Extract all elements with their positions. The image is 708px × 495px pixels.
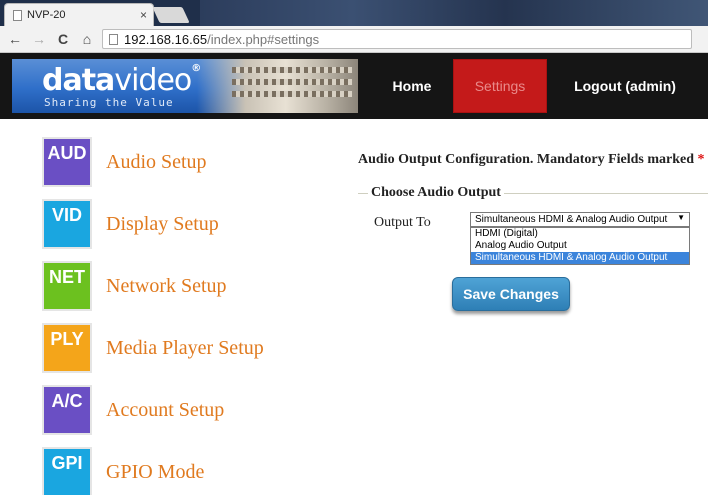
forward-icon[interactable]: → xyxy=(30,31,48,47)
address-bar[interactable]: 192.168.16.65/index.php#settings xyxy=(102,29,692,49)
output-to-label: Output To xyxy=(374,215,431,230)
banner-photo xyxy=(197,59,358,113)
sidebar-item-gpio[interactable]: GPI GPIO Mode xyxy=(42,447,302,495)
fieldset-legend: Choose Audio Output xyxy=(368,185,504,201)
aud-icon: AUD xyxy=(42,137,92,187)
option-simultaneous[interactable]: Simultaneous HDMI & Analog Audio Output xyxy=(471,252,689,264)
required-mark: * xyxy=(697,152,705,167)
option-analog[interactable]: Analog Audio Output xyxy=(471,240,689,252)
page-icon xyxy=(13,9,22,21)
vid-icon: VID xyxy=(42,199,92,249)
browser-tabstrip: NVP-20 × xyxy=(0,0,708,26)
logo-tagline: Sharing the Value xyxy=(44,96,174,109)
tabstrip-background xyxy=(200,0,708,26)
select-value: Simultaneous HDMI & Analog Audio Output xyxy=(475,214,668,225)
page-info-icon[interactable] xyxy=(109,33,118,45)
audio-output-select[interactable]: Simultaneous HDMI & Analog Audio Output … xyxy=(470,212,690,227)
ac-icon: A/C xyxy=(42,385,92,435)
tab-title: NVP-20 xyxy=(27,9,66,21)
sidebar-item-media-player[interactable]: PLY Media Player Setup xyxy=(42,323,302,373)
site-header: datavideo® Sharing the Value Home Settin… xyxy=(0,53,708,119)
logo: datavideo® xyxy=(42,63,201,98)
sidebar-item-label[interactable]: Audio Setup xyxy=(106,151,207,174)
save-changes-button[interactable]: Save Changes xyxy=(452,277,570,311)
ply-icon: PLY xyxy=(42,323,92,373)
reload-icon[interactable]: C xyxy=(54,31,72,47)
browser-toolbar: ← → C ⌂ 192.168.16.65/index.php#settings xyxy=(0,26,708,53)
browser-tab[interactable]: NVP-20 × xyxy=(4,3,154,26)
sidebar-item-network[interactable]: NET Network Setup xyxy=(42,261,302,311)
sidebar-item-label[interactable]: Network Setup xyxy=(106,275,227,298)
home-icon[interactable]: ⌂ xyxy=(78,31,96,47)
nav-logout[interactable]: Logout (admin) xyxy=(560,59,690,113)
chevron-down-icon[interactable]: ▼ xyxy=(677,213,685,222)
tab-close-icon[interactable]: × xyxy=(140,8,147,22)
new-tab-button[interactable] xyxy=(152,7,190,23)
nav-home[interactable]: Home xyxy=(378,59,446,113)
page-title: Audio Output Configuration. Mandatory Fi… xyxy=(358,152,705,167)
audio-output-options: HDMI (Digital) Analog Audio Output Simul… xyxy=(470,227,690,265)
sidebar-item-label[interactable]: Media Player Setup xyxy=(106,337,264,360)
sidebar-item-display[interactable]: VID Display Setup xyxy=(42,199,302,249)
net-icon: NET xyxy=(42,261,92,311)
url-host: 192.168.16.65 xyxy=(124,31,208,47)
logo-banner[interactable]: datavideo® Sharing the Value xyxy=(12,59,358,113)
nav-settings[interactable]: Settings xyxy=(453,59,547,113)
gpi-icon: GPI xyxy=(42,447,92,495)
back-icon[interactable]: ← xyxy=(6,31,24,47)
sidebar-item-label[interactable]: GPIO Mode xyxy=(106,461,204,484)
sidebar-item-audio[interactable]: AUD Audio Setup xyxy=(42,137,302,187)
sidebar-item-account[interactable]: A/C Account Setup xyxy=(42,385,302,435)
sidebar-item-label[interactable]: Display Setup xyxy=(106,213,219,236)
sidebar-item-label[interactable]: Account Setup xyxy=(106,399,224,422)
option-hdmi[interactable]: HDMI (Digital) xyxy=(471,228,689,240)
url-path: /index.php#settings xyxy=(207,31,320,47)
